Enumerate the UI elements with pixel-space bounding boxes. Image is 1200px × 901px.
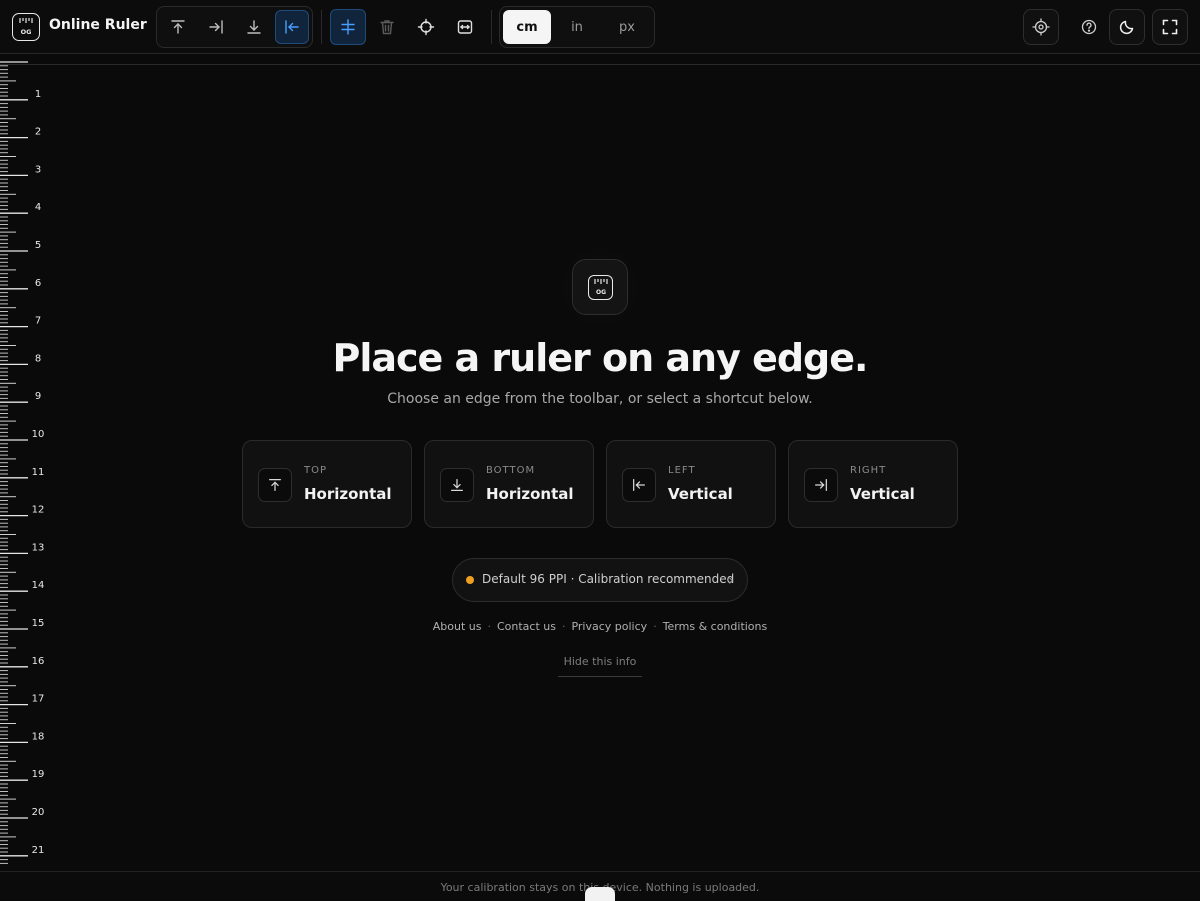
card-kicker: LEFT bbox=[668, 465, 696, 476]
edge-button-group bbox=[156, 6, 313, 48]
link-separator: · bbox=[653, 620, 657, 633]
hide-info-button[interactable]: Hide this info bbox=[558, 655, 642, 677]
about-link[interactable]: About us bbox=[433, 620, 482, 633]
align-top-icon bbox=[171, 20, 185, 34]
fullscreen-button[interactable] bbox=[1152, 9, 1188, 45]
drag-handle[interactable] bbox=[585, 887, 615, 901]
app-logo-large-icon: OG bbox=[572, 259, 628, 315]
align-left-icon bbox=[633, 479, 645, 491]
crosshair-icon bbox=[417, 18, 435, 36]
card-title: Vertical bbox=[850, 485, 915, 503]
ruler-label: 16 bbox=[32, 656, 45, 667]
align-bottom-icon bbox=[451, 479, 463, 491]
swap-screen-button[interactable] bbox=[447, 9, 483, 45]
contact-link[interactable]: Contact us bbox=[497, 620, 556, 633]
large-logo-text: OG bbox=[596, 289, 606, 296]
align-bottom-icon bbox=[247, 20, 261, 34]
ruler-label: 13 bbox=[32, 542, 45, 553]
top-toolbar: OG Online Ruler cm in px bbox=[0, 0, 1200, 54]
edge-top-button[interactable] bbox=[161, 10, 195, 44]
card-kicker: TOP bbox=[304, 465, 328, 476]
card-icon-box bbox=[622, 468, 656, 502]
calibration-pill[interactable]: Default 96 PPI · Calibration recommended… bbox=[452, 558, 748, 602]
ruler-label: 10 bbox=[32, 429, 45, 440]
help-button[interactable] bbox=[1071, 9, 1107, 45]
ruler-label: 5 bbox=[35, 240, 41, 251]
dark-mode-toggle[interactable] bbox=[1109, 9, 1145, 45]
status-dot-icon bbox=[466, 576, 474, 584]
trash-icon bbox=[380, 20, 394, 35]
ruler-label: 4 bbox=[35, 202, 41, 213]
card-kicker: BOTTOM bbox=[486, 465, 536, 476]
chevron-right-icon: › bbox=[728, 571, 734, 589]
link-separator: · bbox=[561, 620, 566, 633]
ruler-label: 19 bbox=[32, 769, 45, 780]
help-icon bbox=[1081, 19, 1097, 35]
edge-left-button[interactable] bbox=[275, 10, 309, 44]
ruler-label: 3 bbox=[35, 164, 41, 175]
app-title: Online Ruler bbox=[49, 17, 147, 33]
dark-mode-moon-icon bbox=[1119, 20, 1134, 35]
swap-screen-icon bbox=[457, 20, 473, 34]
shortcut-card-bottom[interactable]: BOTTOM Horizontal bbox=[424, 440, 594, 528]
vertical-ruler[interactable]: 123456789101112131415161718192021 bbox=[0, 55, 60, 870]
ruler-label: 12 bbox=[32, 505, 45, 516]
link-separator: · bbox=[487, 620, 491, 633]
align-left-icon bbox=[285, 20, 299, 34]
toolbar-divider bbox=[491, 10, 492, 44]
footer-links: About us · Contact us · Privacy policy · Terms… bbox=[0, 620, 1200, 633]
ruler-label: 1 bbox=[35, 89, 41, 100]
edge-bottom-button[interactable] bbox=[237, 10, 271, 44]
toolbar-divider bbox=[321, 10, 322, 44]
ruler-label: 21 bbox=[32, 845, 45, 856]
align-right-icon bbox=[815, 479, 827, 491]
card-icon-box bbox=[804, 468, 838, 502]
card-kicker: RIGHT bbox=[850, 465, 887, 476]
card-icon-box bbox=[440, 468, 474, 502]
app-logo-icon: OG bbox=[12, 13, 40, 41]
guide-split-button[interactable] bbox=[330, 9, 366, 45]
shortcut-card-right[interactable]: RIGHT Vertical bbox=[788, 440, 958, 528]
calibration-text: Default 96 PPI · Calibration recommended bbox=[482, 572, 735, 586]
ruler-label: 17 bbox=[32, 694, 45, 705]
split-guide-icon bbox=[341, 19, 355, 35]
delete-button[interactable] bbox=[369, 9, 405, 45]
ruler-label: 14 bbox=[32, 580, 45, 591]
page-headline: Place a ruler on any edge. bbox=[332, 336, 869, 380]
page-subline: Choose an edge from the toolbar, or sele… bbox=[387, 391, 813, 407]
terms-link[interactable]: Terms & conditions bbox=[663, 620, 768, 633]
align-top-icon bbox=[269, 479, 281, 491]
shortcut-card-top[interactable]: TOP Horizontal bbox=[242, 440, 412, 528]
ruler-label: 7 bbox=[35, 316, 41, 327]
shortcut-card-left[interactable]: LEFT Vertical bbox=[606, 440, 776, 528]
ruler-label: 18 bbox=[32, 731, 45, 742]
ruler-label: 6 bbox=[35, 278, 41, 289]
unit-px-button[interactable]: px bbox=[603, 10, 651, 44]
unit-in-button[interactable]: in bbox=[553, 10, 601, 44]
crosshair-button[interactable] bbox=[408, 9, 444, 45]
ruler-label: 2 bbox=[35, 127, 41, 138]
card-icon-box bbox=[258, 468, 292, 502]
card-title: Vertical bbox=[668, 485, 733, 503]
unit-cm-button[interactable]: cm bbox=[503, 10, 551, 44]
ruler-top-border bbox=[0, 64, 1200, 65]
logo-text: OG bbox=[21, 28, 32, 36]
unit-selector: cm in px bbox=[499, 6, 655, 48]
align-right-icon bbox=[209, 20, 223, 34]
ruler-label: 11 bbox=[32, 467, 45, 478]
card-title: Horizontal bbox=[486, 485, 574, 503]
privacy-link[interactable]: Privacy policy bbox=[571, 620, 647, 633]
edge-right-button[interactable] bbox=[199, 10, 233, 44]
calibrate-button[interactable] bbox=[1023, 9, 1059, 45]
fullscreen-icon bbox=[1162, 19, 1178, 35]
ruler-label: 20 bbox=[32, 807, 45, 818]
card-title: Horizontal bbox=[304, 485, 392, 503]
calibrate-target-icon bbox=[1032, 18, 1050, 36]
